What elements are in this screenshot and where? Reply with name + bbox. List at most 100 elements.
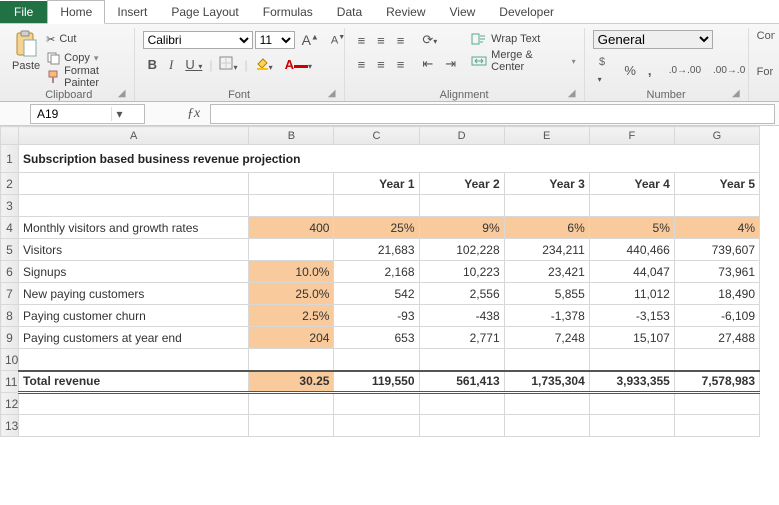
cell[interactable]: Year 2: [419, 173, 504, 195]
tab-view[interactable]: View: [438, 1, 488, 23]
decrease-indent-button[interactable]: ⇤: [417, 54, 438, 74]
cell[interactable]: [19, 349, 249, 371]
col-header[interactable]: A: [19, 127, 249, 145]
merge-center-button[interactable]: Merge & Center▾: [471, 52, 575, 70]
cell[interactable]: [249, 393, 334, 415]
row-header[interactable]: 1: [1, 145, 19, 173]
cell[interactable]: Monthly visitors and growth rates: [19, 217, 249, 239]
cell[interactable]: -6,109: [674, 305, 759, 327]
cell[interactable]: 25%: [334, 217, 419, 239]
col-header[interactable]: B: [249, 127, 334, 145]
cell[interactable]: 9%: [419, 217, 504, 239]
cell[interactable]: 653: [334, 327, 419, 349]
cell[interactable]: [504, 195, 589, 217]
cell[interactable]: [19, 415, 249, 437]
cell[interactable]: 21,683: [334, 239, 419, 261]
cell[interactable]: [674, 195, 759, 217]
cell[interactable]: 11,012: [589, 283, 674, 305]
cell[interactable]: -3,153: [589, 305, 674, 327]
cell[interactable]: 440,466: [589, 239, 674, 261]
tab-data[interactable]: Data: [325, 1, 374, 23]
orientation-button[interactable]: ⟳▾: [417, 30, 442, 50]
cell[interactable]: [589, 195, 674, 217]
tab-page-layout[interactable]: Page Layout: [159, 1, 250, 23]
tab-review[interactable]: Review: [374, 1, 437, 23]
col-header[interactable]: F: [589, 127, 674, 145]
cell[interactable]: [334, 349, 419, 371]
tab-developer[interactable]: Developer: [487, 1, 566, 23]
cell[interactable]: [249, 195, 334, 217]
cell[interactable]: [504, 415, 589, 437]
cell[interactable]: [504, 393, 589, 415]
font-color-button[interactable]: A▾: [280, 55, 317, 74]
cell[interactable]: [419, 393, 504, 415]
cell[interactable]: 7,578,983: [674, 371, 759, 393]
fx-icon[interactable]: ƒx: [177, 106, 210, 122]
name-box-dropdown[interactable]: ▾: [111, 107, 127, 121]
cell[interactable]: [334, 393, 419, 415]
cell[interactable]: [674, 349, 759, 371]
decrease-decimal-button[interactable]: .00→.0: [708, 63, 750, 78]
comma-format-button[interactable]: ,: [643, 61, 657, 80]
row-header[interactable]: 13: [1, 415, 19, 437]
tab-home[interactable]: Home: [47, 0, 105, 24]
row-header[interactable]: 4: [1, 217, 19, 239]
cell[interactable]: Year 5: [674, 173, 759, 195]
alignment-dialog-launcher[interactable]: ◢: [568, 88, 576, 99]
font-dialog-launcher[interactable]: ◢: [328, 88, 336, 99]
align-middle-button[interactable]: ≡: [372, 31, 390, 50]
wrap-text-button[interactable]: Wrap Text: [471, 30, 575, 48]
cell[interactable]: 30.25: [249, 371, 334, 393]
cell[interactable]: 234,211: [504, 239, 589, 261]
cell[interactable]: Paying customers at year end: [19, 327, 249, 349]
col-header[interactable]: G: [674, 127, 759, 145]
font-size-select[interactable]: 11: [255, 31, 295, 49]
cell[interactable]: [589, 415, 674, 437]
cell[interactable]: [334, 415, 419, 437]
cell[interactable]: 27,488: [674, 327, 759, 349]
cell[interactable]: Year 3: [504, 173, 589, 195]
row-header[interactable]: 10: [1, 349, 19, 371]
cell[interactable]: -1,378: [504, 305, 589, 327]
cell[interactable]: [419, 349, 504, 371]
cell[interactable]: 1,735,304: [504, 371, 589, 393]
accounting-format-button[interactable]: $▾: [593, 53, 618, 87]
tab-insert[interactable]: Insert: [105, 1, 159, 23]
row-header[interactable]: 3: [1, 195, 19, 217]
cell[interactable]: 15,107: [589, 327, 674, 349]
cell[interactable]: 4%: [674, 217, 759, 239]
cell[interactable]: 10.0%: [249, 261, 334, 283]
cell[interactable]: 73,961: [674, 261, 759, 283]
align-right-button[interactable]: ≡: [392, 55, 410, 74]
cell[interactable]: 2,168: [334, 261, 419, 283]
col-header[interactable]: D: [419, 127, 504, 145]
spreadsheet-grid[interactable]: A B C D E F G 1 Subscription based busin…: [0, 126, 779, 437]
cell[interactable]: [419, 195, 504, 217]
cell[interactable]: 18,490: [674, 283, 759, 305]
cell[interactable]: 739,607: [674, 239, 759, 261]
row-header[interactable]: 8: [1, 305, 19, 327]
bold-button[interactable]: B: [143, 55, 162, 74]
clipboard-dialog-launcher[interactable]: ◢: [118, 88, 126, 99]
cell[interactable]: Subscription based business revenue proj…: [19, 145, 760, 173]
increase-indent-button[interactable]: ⇥: [440, 54, 461, 74]
cell[interactable]: 25.0%: [249, 283, 334, 305]
fill-color-button[interactable]: ▾: [250, 54, 278, 75]
percent-format-button[interactable]: %: [619, 61, 641, 80]
number-dialog-launcher[interactable]: ◢: [732, 88, 740, 99]
cell[interactable]: [249, 415, 334, 437]
row-header[interactable]: 11: [1, 371, 19, 393]
row-header[interactable]: 5: [1, 239, 19, 261]
col-header[interactable]: C: [334, 127, 419, 145]
row-header[interactable]: 2: [1, 173, 19, 195]
cell[interactable]: 561,413: [419, 371, 504, 393]
cell[interactable]: 5%: [589, 217, 674, 239]
row-header[interactable]: 9: [1, 327, 19, 349]
tab-formulas[interactable]: Formulas: [251, 1, 325, 23]
cell[interactable]: [419, 415, 504, 437]
cell[interactable]: Year 4: [589, 173, 674, 195]
cell[interactable]: 23,421: [504, 261, 589, 283]
tab-file[interactable]: File: [0, 1, 47, 23]
align-center-button[interactable]: ≡: [372, 55, 390, 74]
cell[interactable]: 6%: [504, 217, 589, 239]
